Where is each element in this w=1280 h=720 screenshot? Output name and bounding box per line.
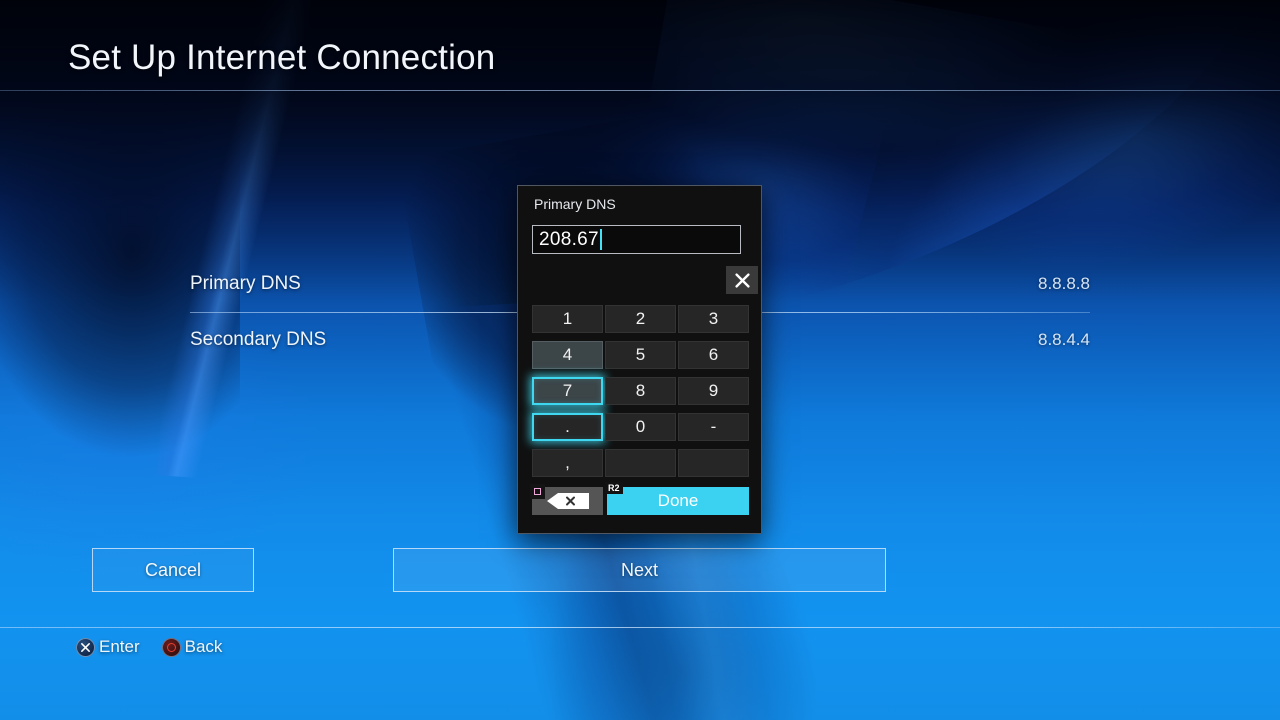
key-5[interactable]: 5 [605, 341, 676, 369]
key-0[interactable]: 0 [605, 413, 676, 441]
ps4-settings-screen: Set Up Internet Connection Primary DNS 8… [0, 0, 1280, 720]
keypad-title: Primary DNS [534, 196, 616, 212]
keypad-grid: 1 2 3 4 5 6 7 8 9 . 0 - , [532, 305, 749, 477]
hint-label: Back [184, 637, 223, 656]
row-value: 8.8.8.8 [1038, 274, 1090, 293]
hint-back: Back [161, 637, 223, 657]
cross-button-icon [76, 637, 95, 657]
row-value: 8.8.4.4 [1038, 330, 1090, 349]
dns-input-value: 208.67 [539, 228, 599, 250]
key-comma[interactable]: , [532, 449, 603, 477]
header-divider [0, 90, 1280, 91]
key-8[interactable]: 8 [605, 377, 676, 405]
row-label: Primary DNS [190, 273, 301, 294]
key-9[interactable]: 9 [678, 377, 749, 405]
text-caret [599, 229, 602, 250]
key-blank-1[interactable] [605, 449, 676, 477]
hint-enter: Enter [76, 637, 140, 657]
key-blank-2[interactable] [678, 449, 749, 477]
numeric-keypad-dialog: Primary DNS 208.67 1 2 3 4 5 6 7 8 9 . 0… [517, 185, 762, 534]
row-label: Secondary DNS [190, 329, 327, 350]
footer-divider [0, 627, 1280, 628]
done-label: Done [657, 491, 699, 510]
cancel-button[interactable]: Cancel [92, 548, 254, 592]
key-7[interactable]: 7 [532, 377, 603, 405]
key-hyphen[interactable]: - [678, 413, 749, 441]
square-button-icon [530, 484, 545, 499]
dns-input[interactable]: 208.67 [532, 225, 741, 254]
key-2[interactable]: 2 [605, 305, 676, 333]
hint-label: Enter [99, 637, 140, 656]
key-period[interactable]: . [532, 413, 603, 441]
key-3[interactable]: 3 [678, 305, 749, 333]
close-icon [734, 272, 750, 288]
r2-button-badge: R2 [605, 482, 623, 494]
clear-button[interactable] [726, 266, 758, 294]
key-4[interactable]: 4 [532, 341, 603, 369]
page-title: Set Up Internet Connection [68, 38, 496, 77]
backspace-key[interactable] [530, 484, 603, 515]
backspace-icon [546, 493, 589, 509]
key-6[interactable]: 6 [678, 341, 749, 369]
next-button[interactable]: Next [393, 548, 886, 592]
key-1[interactable]: 1 [532, 305, 603, 333]
footer-hints: Enter Back [76, 637, 222, 657]
done-button[interactable]: R2 Done [605, 482, 749, 515]
circle-button-icon [161, 637, 181, 657]
keypad-action-row: R2 Done [530, 482, 749, 515]
